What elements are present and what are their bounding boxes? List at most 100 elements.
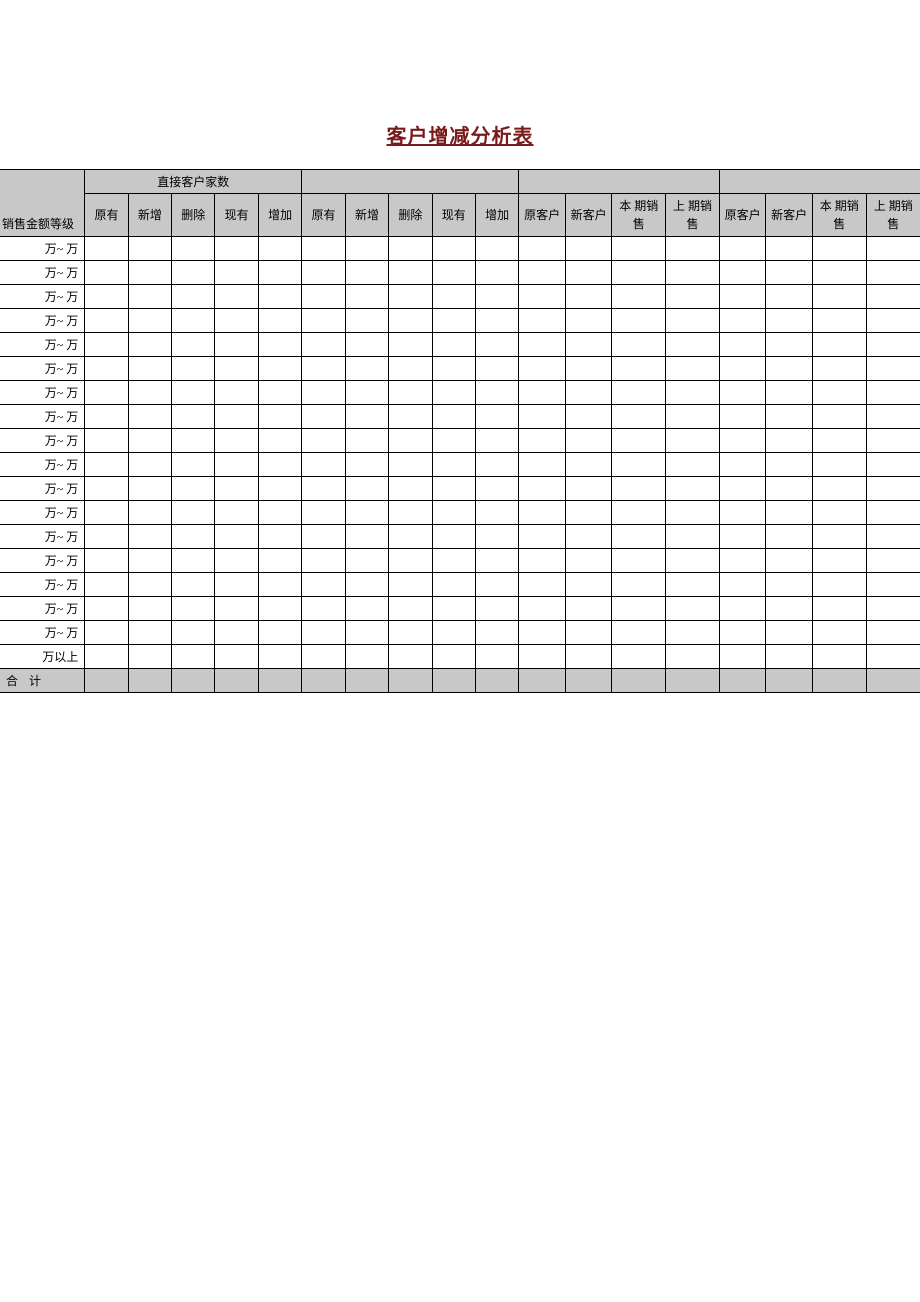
- cell: [432, 477, 475, 501]
- cell: [719, 333, 766, 357]
- cell: [345, 549, 388, 573]
- cell: [475, 501, 518, 525]
- cell: [302, 573, 345, 597]
- cell: [172, 429, 215, 453]
- cell: [565, 573, 612, 597]
- cell: [389, 429, 432, 453]
- cell: [302, 549, 345, 573]
- cell: [666, 621, 720, 645]
- cell: [812, 381, 866, 405]
- cell: [812, 309, 866, 333]
- cell: [812, 477, 866, 501]
- cell: [519, 549, 566, 573]
- cell: [345, 525, 388, 549]
- cell: [258, 261, 301, 285]
- cell: [215, 477, 258, 501]
- total-row: 合 计: [0, 669, 920, 693]
- cell: [719, 429, 766, 453]
- cell: [666, 333, 720, 357]
- cell: [85, 453, 128, 477]
- header-sub: 上 期销 售: [866, 194, 920, 237]
- cell: [519, 285, 566, 309]
- cell: [215, 573, 258, 597]
- cell: [258, 645, 301, 669]
- cell: [85, 549, 128, 573]
- cell: [128, 453, 171, 477]
- cell: [812, 357, 866, 381]
- cell: [519, 381, 566, 405]
- header-sub: 增加: [475, 194, 518, 237]
- cell: [565, 381, 612, 405]
- cell: [766, 405, 813, 429]
- cell: [612, 237, 666, 261]
- cell: [565, 357, 612, 381]
- cell: [215, 357, 258, 381]
- table-row: 万~ 万: [0, 549, 920, 573]
- header-sub: 删除: [172, 194, 215, 237]
- cell: [519, 525, 566, 549]
- cell: [258, 429, 301, 453]
- cell: [866, 381, 920, 405]
- cell: [215, 429, 258, 453]
- cell: [719, 285, 766, 309]
- cell: [766, 645, 813, 669]
- cell: [475, 309, 518, 333]
- cell: [866, 261, 920, 285]
- cell: [519, 333, 566, 357]
- table-row: 万~ 万: [0, 309, 920, 333]
- row-label: 万~ 万: [0, 501, 85, 525]
- cell: [812, 501, 866, 525]
- row-label: 万~ 万: [0, 549, 85, 573]
- cell: [519, 453, 566, 477]
- cell: [389, 405, 432, 429]
- header-sub: 本 期销 售: [812, 194, 866, 237]
- cell: [258, 573, 301, 597]
- row-label: 万~ 万: [0, 237, 85, 261]
- cell: [475, 333, 518, 357]
- header-sub: 删除: [389, 194, 432, 237]
- cell: [475, 525, 518, 549]
- cell: [766, 261, 813, 285]
- cell: [565, 309, 612, 333]
- cell: [666, 525, 720, 549]
- cell: [766, 285, 813, 309]
- table-row: 万~ 万: [0, 357, 920, 381]
- cell: [565, 597, 612, 621]
- cell: [666, 573, 720, 597]
- cell: [345, 333, 388, 357]
- cell: [258, 597, 301, 621]
- row-label: 万以上: [0, 645, 85, 669]
- cell: [666, 429, 720, 453]
- cell: [812, 621, 866, 645]
- cell: [215, 405, 258, 429]
- cell: [475, 237, 518, 261]
- table-row: 万~ 万: [0, 261, 920, 285]
- cell: [432, 549, 475, 573]
- cell: [302, 333, 345, 357]
- cell: [612, 261, 666, 285]
- cell: [302, 357, 345, 381]
- cell: [719, 573, 766, 597]
- analysis-table: 销售金额等级 直接客户家数 原有 新增 删除 现有 增加 原有 新增 删除 现有…: [0, 169, 920, 693]
- cell: [666, 645, 720, 669]
- cell: [85, 501, 128, 525]
- cell: [432, 381, 475, 405]
- cell: [475, 645, 518, 669]
- cell: [85, 285, 128, 309]
- cell: [302, 237, 345, 261]
- cell: [719, 237, 766, 261]
- cell: [866, 333, 920, 357]
- table-row: 万~ 万: [0, 573, 920, 597]
- cell: [85, 525, 128, 549]
- cell: [666, 405, 720, 429]
- cell: [475, 429, 518, 453]
- cell: [519, 621, 566, 645]
- cell: [85, 309, 128, 333]
- cell: [766, 477, 813, 501]
- header-sub: 原有: [302, 194, 345, 237]
- cell: [258, 453, 301, 477]
- cell: [612, 501, 666, 525]
- cell: [719, 597, 766, 621]
- header-sub: 现有: [432, 194, 475, 237]
- cell: [85, 333, 128, 357]
